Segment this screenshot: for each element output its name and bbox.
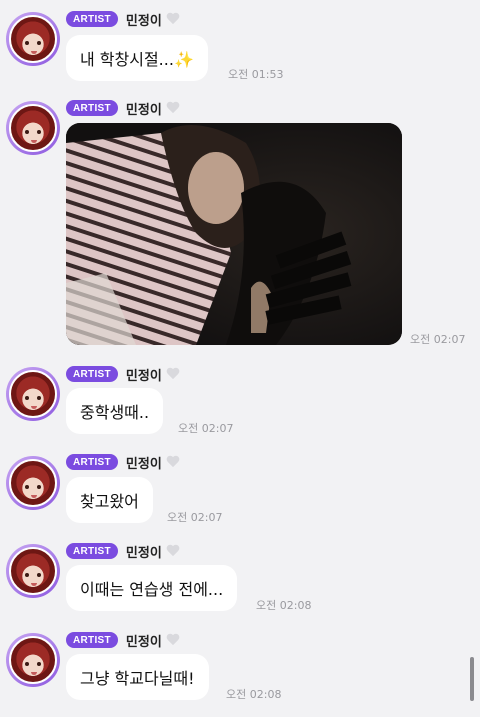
avatar[interactable] (6, 456, 60, 510)
sender-row: ARTIST 민정이 (66, 631, 180, 650)
message-time: 오전 02:08 (256, 599, 312, 612)
sender-row: ARTIST 민정이 (66, 99, 180, 118)
message-photo[interactable] (66, 123, 402, 345)
sender-row: ARTIST 민정이 (66, 453, 180, 472)
sender-row: ARTIST 민정이 (66, 542, 180, 561)
sender-name: 민정이 (125, 456, 162, 472)
scrollbar[interactable] (470, 657, 474, 701)
message-text: 이때는 연습생 전에... (80, 580, 224, 599)
message-bubble[interactable]: 이때는 연습생 전에... (66, 565, 238, 611)
artist-badge: ARTIST (66, 632, 118, 648)
message-bubble[interactable]: 찾고왔어 (66, 477, 153, 523)
heart-icon (166, 633, 180, 647)
photo-image (66, 123, 402, 345)
artist-badge: ARTIST (66, 100, 118, 116)
sender-row: ARTIST 민정이 (66, 365, 180, 384)
chat-feed[interactable]: ARTIST 민정이 내 학창시절...✨ 오전 01:53 ARTIST 민정… (0, 0, 480, 717)
message-bubble[interactable]: 그냥 학교다닐때! (66, 654, 209, 700)
message-time: 오전 02:08 (226, 688, 282, 701)
message-text: 중학생때.. (80, 403, 150, 422)
avatar[interactable] (6, 367, 60, 421)
sender-name: 민정이 (125, 634, 162, 650)
sender-name: 민정이 (125, 368, 162, 384)
artist-badge: ARTIST (66, 11, 118, 27)
avatar[interactable] (6, 101, 60, 155)
message-bubble[interactable]: 중학생때.. (66, 388, 164, 434)
message-text: 찾고왔어 (80, 492, 139, 511)
sender-row: ARTIST 민정이 (66, 10, 180, 29)
message-bubble[interactable]: 내 학창시절...✨ (66, 35, 208, 81)
heart-icon (166, 101, 180, 115)
heart-icon (166, 367, 180, 381)
sender-name: 민정이 (125, 13, 162, 29)
message-text: 그냥 학교다닐때! (80, 669, 195, 688)
message-time: 오전 02:07 (410, 333, 466, 346)
heart-icon (166, 12, 180, 26)
message-time: 오전 01:53 (228, 68, 284, 81)
artist-badge: ARTIST (66, 366, 118, 382)
message-text: 내 학창시절...✨ (80, 50, 194, 69)
avatar[interactable] (6, 12, 60, 66)
avatar[interactable] (6, 544, 60, 598)
artist-badge: ARTIST (66, 543, 118, 559)
heart-icon (166, 544, 180, 558)
avatar[interactable] (6, 633, 60, 687)
artist-badge: ARTIST (66, 454, 118, 470)
sender-name: 민정이 (125, 545, 162, 561)
message-time: 오전 02:07 (178, 422, 234, 435)
message-time: 오전 02:07 (167, 511, 223, 524)
sender-name: 민정이 (125, 102, 162, 118)
heart-icon (166, 455, 180, 469)
